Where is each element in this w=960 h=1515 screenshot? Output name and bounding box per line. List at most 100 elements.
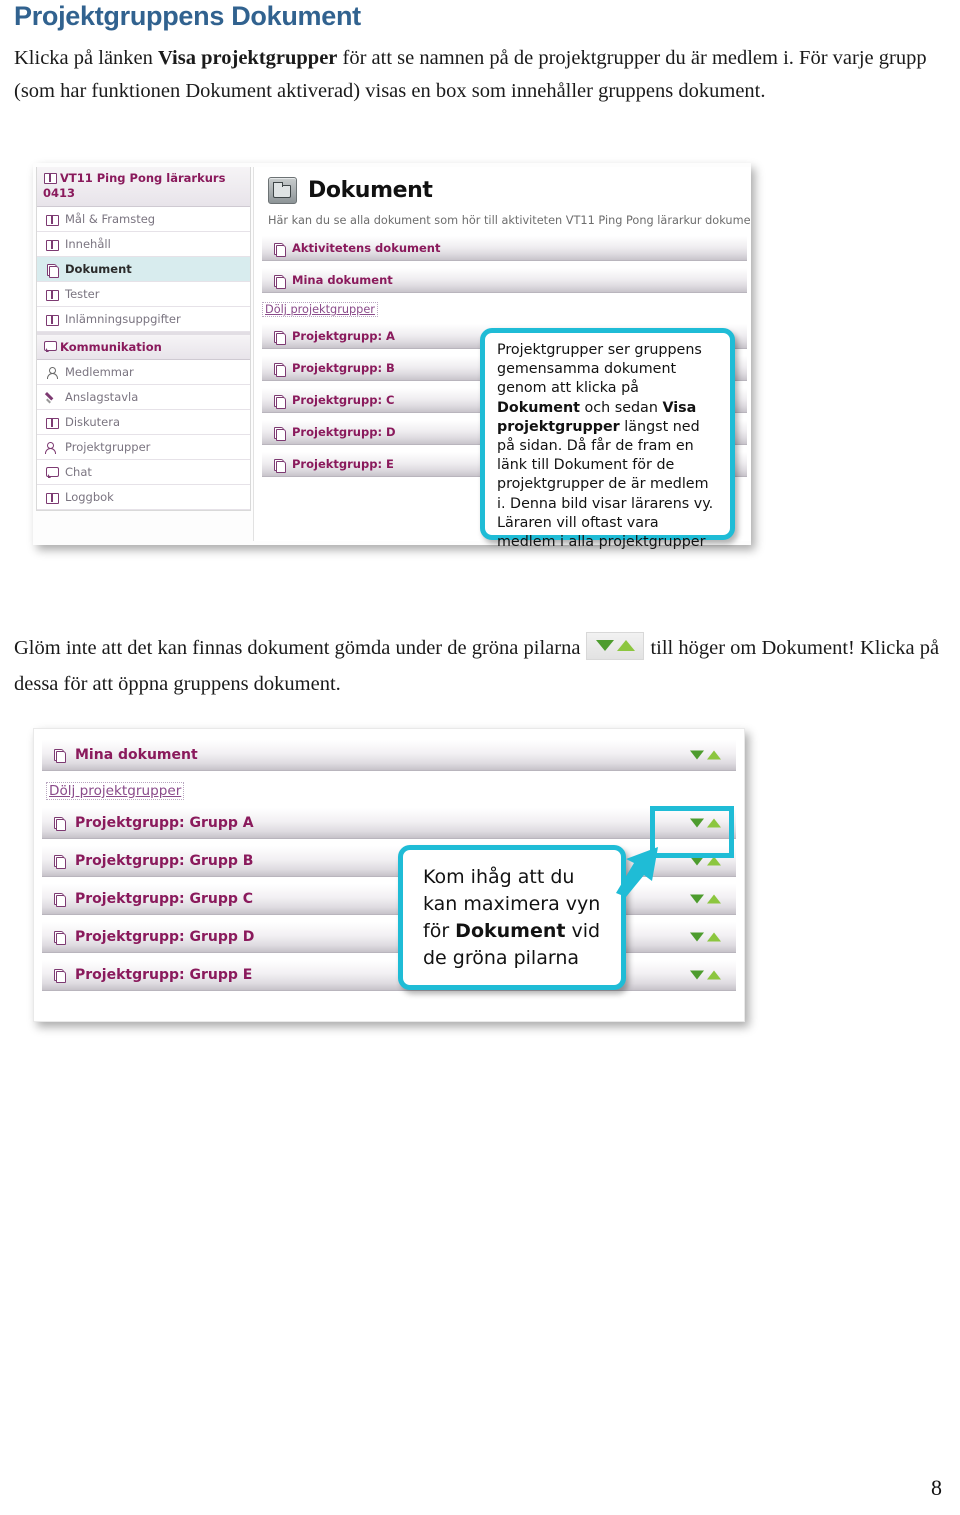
sidebar-item-projektgrupper[interactable]: Projektgrupper [37,435,250,460]
book-icon [45,238,59,251]
sidebar-item-tester[interactable]: Tester [37,282,250,307]
arrow-down-icon [690,970,704,980]
chat-icon [43,340,57,353]
row-label: Projektgrupp: Grupp B [75,853,254,869]
document-page-header: Dokument [254,167,751,204]
callout1-text-3: längst ned på sidan. Då får de fram en l… [497,418,714,551]
document-icon [272,242,286,257]
document-icon [272,274,286,289]
person-icon [45,366,58,379]
book-icon [45,288,59,301]
sidebar-item-label: Diskutera [65,415,120,429]
arrow-up-icon [707,932,721,942]
bar-aktivitetens-dokument[interactable]: Aktivitetens dokument [262,235,747,261]
document-icon [45,263,59,278]
document-icon [272,362,286,377]
sidebar-item-label: Inlämningsuppgifter [65,312,181,326]
arrow-up-icon [617,640,636,651]
callout1-bold-1: Dokument [497,399,580,416]
sidebar-item-loggbok[interactable]: Loggbok [37,485,250,510]
book-icon [45,313,59,326]
sidebar-item-chat[interactable]: Chat [37,460,250,485]
book-icon [45,491,59,504]
arrow-up-icon [707,750,721,760]
sidebar-course-title: VT11 Ping Pong lärarkurs 0413 [43,171,226,200]
folder-icon [268,177,297,204]
book-icon [45,213,59,226]
sidebar-item-dokument[interactable]: Dokument [37,257,250,282]
sidebar-item-innehall[interactable]: Innehåll [37,232,250,257]
callout-projektgrupper-info: Projektgrupper ser gruppens gemensamma d… [480,328,735,550]
chat-icon [45,466,59,479]
sidebar-item-label: Mål & Framsteg [65,212,156,226]
sidebar-item-label: Tester [65,287,100,301]
sidebar-item-inlamningsuppgifter[interactable]: Inlämningsuppgifter [37,307,250,332]
document-icon [52,854,67,869]
callout1-text-2: och sedan [579,399,663,416]
sidebar-item-mal-framsteg[interactable]: Mål & Framsteg [37,207,250,232]
document-icon [52,930,67,945]
row-projektgrupp-grupp-a[interactable]: Projektgrupp: Grupp A [42,807,736,839]
document-description: Här kan du se alla dokument som hör till… [268,214,751,227]
document-icon [272,330,286,345]
book-icon [45,416,59,429]
sidebar-item-label: Projektgrupper [65,440,151,454]
people-icon [45,441,58,454]
row-projektgrupp-grupp-d[interactable]: Projektgrupp: Grupp D [42,921,736,953]
green-arrows-icon[interactable] [690,749,724,762]
course-sidebar: VT11 Ping Pong lärarkurs 0413 Mål & Fram… [36,167,251,511]
document-icon [52,968,67,983]
bar-label: Projektgrupp: E [292,457,394,471]
middle-paragraph: Glöm inte att det kan finnas dokument gö… [14,630,949,702]
document-icon [272,394,286,409]
row-label: Projektgrupp: Grupp D [75,929,255,945]
arrow-down-icon [596,640,615,651]
document-heading: Dokument [308,178,433,203]
page-number: 8 [931,1475,942,1500]
green-arrows-icon[interactable] [690,931,724,944]
bar-label: Projektgrupp: B [292,361,395,375]
row-label: Mina dokument [75,747,198,763]
arrow-down-icon [690,750,704,760]
bar-label: Projektgrupp: D [292,425,396,439]
sidebar-course-header: VT11 Ping Pong lärarkurs 0413 [37,167,250,207]
row-mina-dokument[interactable]: Mina dokument [42,739,736,771]
middle-text-part-1: Glöm inte att det kan finnas dokument gö… [14,637,581,659]
document-icon [272,426,286,441]
bar-label: Aktivitetens dokument [292,241,441,255]
callout2-bold-1: Dokument [455,920,566,942]
document-icon [52,816,67,831]
bar-label: Projektgrupp: A [292,329,395,343]
sidebar-item-diskutera[interactable]: Diskutera [37,410,250,435]
hide-projektgrupper-link[interactable]: Dölj projektgrupper [46,782,185,800]
sidebar-item-label: Chat [65,465,92,479]
row-label: Projektgrupp: Grupp A [75,815,254,831]
row-label: Projektgrupp: Grupp C [75,891,254,907]
arrow-up-icon [707,970,721,980]
arrow-up-icon [707,894,721,904]
row-projektgrupp-grupp-e[interactable]: Projektgrupp: Grupp E [42,959,736,991]
intro-bold-link-text: Visa projektgrupper [158,47,338,69]
bar-label: Projektgrupp: C [292,393,395,407]
sidebar-item-label: Dokument [65,262,132,276]
book-icon [43,171,57,184]
document-icon [272,458,286,473]
arrow-down-icon [690,894,704,904]
green-arrows-icon[interactable] [690,893,724,906]
document-icon [52,892,67,907]
callout-maximera-vyn: Kom ihåg att du kan maximera vyn för Dok… [398,845,626,990]
highlight-rectangle [650,806,734,858]
sidebar-item-medlemmar[interactable]: Medlemmar [37,360,250,385]
sidebar-section-label: Kommunikation [60,340,162,354]
bar-label: Mina dokument [292,273,393,287]
green-arrows-icon[interactable] [690,969,724,982]
sidebar-item-label: Anslagstavla [65,390,139,404]
sidebar-item-anslagstavla[interactable]: Anslagstavla [37,385,250,410]
intro-text-part-1: Klicka på länken [14,47,159,69]
bar-mina-dokument[interactable]: Mina dokument [262,267,747,293]
callout1-text-1: Projektgrupper ser gruppens gemensamma d… [497,342,702,397]
document-icon [52,748,67,763]
hide-projektgrupper-link[interactable]: Dölj projektgrupper [262,302,378,317]
intro-paragraph: Klicka på länken Visa projektgrupper för… [14,42,944,108]
sidebar-item-label: Loggbok [65,490,114,504]
